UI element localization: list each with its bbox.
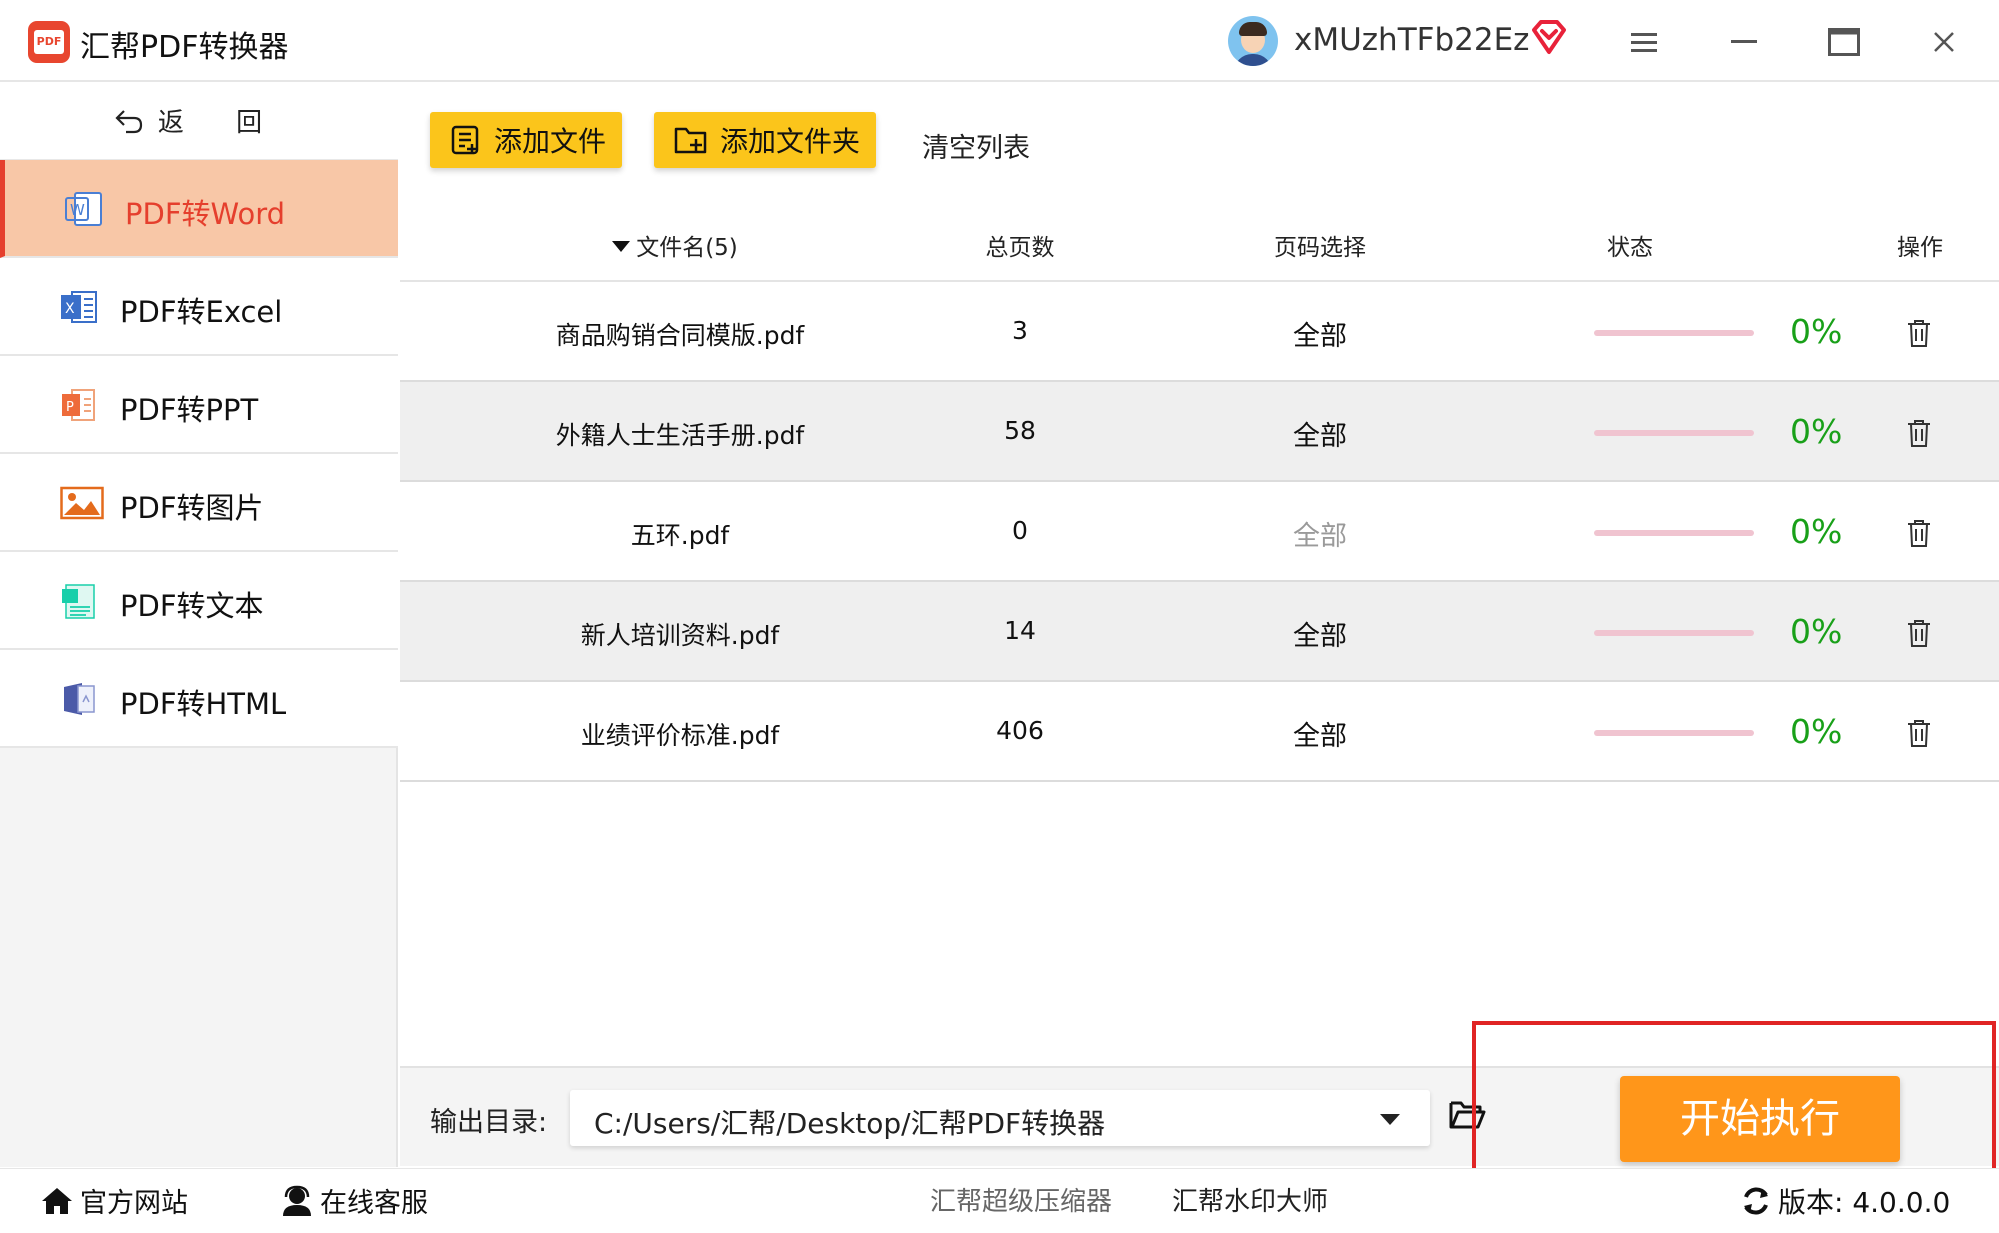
- output-dir-label: 输出目录:: [430, 1107, 548, 1138]
- progress-bar: [1594, 530, 1754, 536]
- column-header-operations: 操作: [1897, 235, 1943, 261]
- maximize-icon[interactable]: [1822, 20, 1866, 64]
- sidebar-item-pdf-to-image[interactable]: PDF转图片: [0, 454, 398, 552]
- table-row[interactable]: 五环.pdf 0 全部 0%: [400, 482, 1999, 582]
- compressor-link[interactable]: 汇帮超级压缩器: [930, 1181, 1112, 1218]
- delete-icon[interactable]: [1906, 718, 1932, 748]
- table-row[interactable]: 新人培训资料.pdf 14 全部 0%: [400, 582, 1999, 682]
- file-name: 业绩评价标准.pdf: [580, 721, 780, 750]
- text-icon: [62, 584, 95, 619]
- add-folder-button[interactable]: 添加文件夹: [654, 112, 876, 168]
- app-title: 汇帮PDF转换器: [80, 30, 289, 65]
- add-folder-icon: [674, 127, 707, 154]
- progress-bar: [1594, 730, 1754, 736]
- sidebar-item-label: PDF转Word: [125, 197, 286, 231]
- sidebar-item-pdf-to-html[interactable]: PDF转HTML: [0, 650, 398, 748]
- online-service-link[interactable]: 在线客服: [280, 1181, 428, 1220]
- delete-icon[interactable]: [1906, 518, 1932, 548]
- vip-diamond-icon[interactable]: [1530, 18, 1568, 56]
- official-site-link[interactable]: 官方网站: [40, 1181, 188, 1220]
- sidebar-item-label: PDF转文本: [120, 589, 264, 623]
- version-info[interactable]: 版本: 4.0.0.0: [1740, 1181, 1950, 1221]
- page-range-select: 全部: [1293, 521, 1347, 552]
- title-bar: PDF 汇帮PDF转换器 xMUzhTFb22Ez: [0, 0, 1999, 82]
- progress-bar: [1594, 430, 1754, 436]
- sort-caret-icon: [612, 241, 631, 252]
- sidebar-item-pdf-to-excel[interactable]: X PDF转Excel: [0, 258, 398, 356]
- progress-percent: 0%: [1790, 412, 1843, 451]
- progress-percent: 0%: [1790, 512, 1843, 551]
- sidebar-item-pdf-to-ppt[interactable]: P PDF转PPT: [0, 356, 398, 454]
- add-folder-label: 添加文件夹: [720, 125, 861, 158]
- ppt-icon: P: [62, 389, 95, 421]
- page-range-select[interactable]: 全部: [1180, 414, 1460, 453]
- close-icon[interactable]: [1922, 20, 1966, 64]
- user-avatar[interactable]: [1228, 16, 1278, 66]
- output-dir-select[interactable]: C:/Users/汇帮/Desktop/汇帮PDF转换器: [570, 1090, 1430, 1146]
- delete-icon[interactable]: [1906, 318, 1932, 348]
- page-count: 3: [1012, 316, 1028, 345]
- back-button[interactable]: 返 回: [0, 82, 398, 160]
- file-name: 商品购销合同模版.pdf: [555, 321, 805, 350]
- progress-percent: 0%: [1790, 312, 1843, 351]
- progress-percent: 0%: [1790, 612, 1843, 651]
- html-icon: [64, 683, 95, 715]
- column-header-pages: 总页数: [985, 235, 1055, 261]
- image-icon: [60, 486, 104, 520]
- svg-text:W: W: [70, 201, 85, 219]
- page-count: 58: [1004, 416, 1036, 445]
- username[interactable]: xMUzhTFb22Ez: [1294, 22, 1529, 58]
- add-file-label: 添加文件: [494, 125, 607, 158]
- refresh-icon: [1744, 1187, 1768, 1215]
- table-row[interactable]: 商品购销合同模版.pdf 3 全部 0%: [400, 282, 1999, 382]
- app-logo-icon: PDF: [28, 21, 70, 63]
- page-count: 406: [996, 716, 1044, 745]
- excel-icon: X: [61, 291, 97, 323]
- sidebar: 返 回 W PDF转Word X PDF转Excel P PDF转PPT PDF…: [0, 82, 398, 1167]
- column-header-filename[interactable]: 文件名(5): [550, 228, 800, 262]
- customer-service-icon: [283, 1185, 311, 1216]
- progress-bar: [1594, 630, 1754, 636]
- page-range-select[interactable]: 全部: [1180, 714, 1460, 753]
- delete-icon[interactable]: [1906, 618, 1932, 648]
- page-count: 14: [1004, 616, 1036, 645]
- file-name: 五环.pdf: [630, 521, 730, 550]
- dropdown-arrow-icon[interactable]: [1380, 1114, 1400, 1125]
- clear-list-button[interactable]: 清空列表: [922, 126, 1030, 165]
- page-count: 0: [1012, 516, 1028, 545]
- back-arrow-icon: [115, 109, 142, 133]
- table-row[interactable]: 业绩评价标准.pdf 406 全部 0%: [400, 682, 1999, 782]
- sidebar-item-label: PDF转Excel: [120, 295, 283, 329]
- highlight-annotation: [1472, 1021, 1996, 1185]
- sidebar-item-label: PDF转PPT: [120, 393, 259, 427]
- file-name: 外籍人士生活手册.pdf: [555, 421, 805, 450]
- progress-percent: 0%: [1790, 712, 1843, 751]
- output-dir-value: C:/Users/汇帮/Desktop/汇帮PDF转换器: [594, 1107, 1106, 1140]
- table-header: 文件名(5) 总页数 页码选择 状态 操作: [400, 212, 1999, 282]
- menu-icon[interactable]: [1622, 20, 1666, 64]
- sidebar-item-pdf-to-word[interactable]: W PDF转Word: [0, 160, 398, 258]
- watermark-link[interactable]: 汇帮水印大师: [1172, 1181, 1328, 1218]
- home-icon: [42, 1187, 72, 1214]
- back-label: 返 回: [157, 108, 285, 138]
- footer: 官方网站 在线客服 汇帮超级压缩器 汇帮水印大师 版本: 4.0.0.0: [0, 1168, 1999, 1233]
- add-file-icon: [451, 125, 479, 155]
- add-file-button[interactable]: 添加文件: [430, 112, 622, 168]
- sidebar-item-label: PDF转图片: [120, 491, 264, 525]
- toolbar: 添加文件 添加文件夹 清空列表: [400, 82, 1999, 212]
- svg-text:X: X: [65, 301, 75, 317]
- page-range-select[interactable]: 全部: [1180, 314, 1460, 353]
- file-name: 新人培训资料.pdf: [580, 621, 780, 650]
- sidebar-item-pdf-to-text[interactable]: PDF转文本: [0, 552, 398, 650]
- delete-icon[interactable]: [1906, 418, 1932, 448]
- column-header-page-range: 页码选择: [1274, 235, 1366, 261]
- svg-text:P: P: [66, 400, 74, 415]
- sidebar-item-label: PDF转HTML: [120, 687, 287, 721]
- minimize-icon[interactable]: [1722, 20, 1766, 64]
- table-row[interactable]: 外籍人士生活手册.pdf 58 全部 0%: [400, 382, 1999, 482]
- page-range-select[interactable]: 全部: [1180, 614, 1460, 653]
- progress-bar: [1594, 330, 1754, 336]
- word-icon: W: [65, 192, 102, 226]
- column-header-status: 状态: [1607, 235, 1653, 261]
